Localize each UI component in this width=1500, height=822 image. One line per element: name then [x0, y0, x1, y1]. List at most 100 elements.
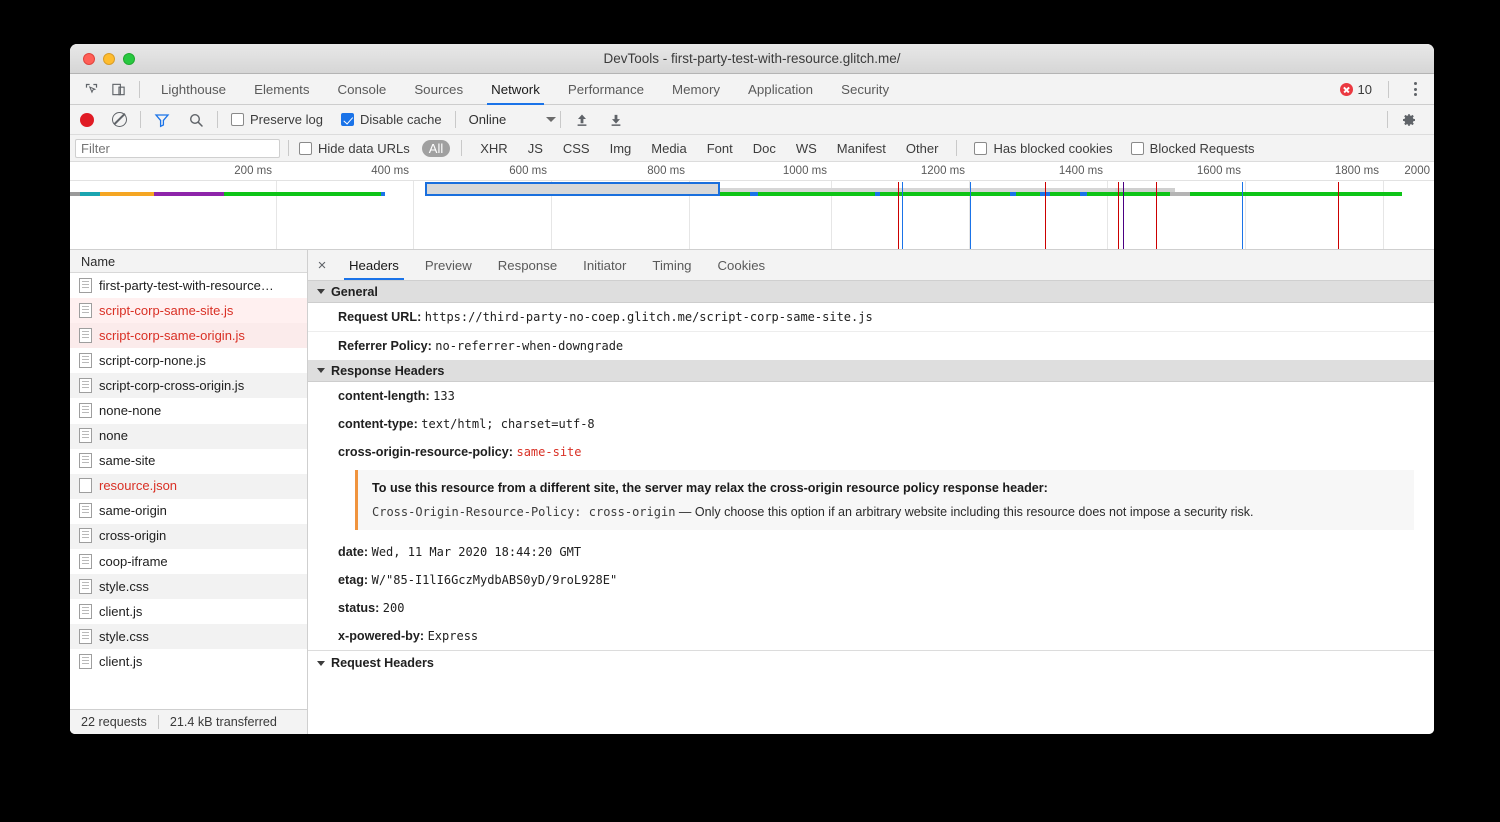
table-row[interactable]: script-corp-same-site.js [70, 298, 307, 323]
section-title: Response Headers [331, 364, 444, 378]
close-icon[interactable]: × [308, 250, 336, 280]
network-settings-button[interactable] [1392, 106, 1426, 134]
table-row[interactable]: none-none [70, 398, 307, 423]
search-button[interactable] [179, 106, 213, 134]
overview-band [1192, 192, 1402, 196]
type-filter-manifest[interactable]: Manifest [830, 140, 893, 157]
table-row[interactable]: none [70, 424, 307, 449]
callout-title: To use this resource from a different si… [372, 479, 1414, 497]
more-options-icon[interactable] [1404, 78, 1426, 100]
header-value: W/"85-I1lI6GczMydbABS0yD/9roL928E" [372, 573, 618, 587]
table-row[interactable]: client.js [70, 599, 307, 624]
tab-response[interactable]: Response [485, 250, 570, 280]
overview-band [154, 192, 224, 196]
table-row[interactable]: style.css [70, 624, 307, 649]
type-filter-doc[interactable]: Doc [746, 140, 783, 157]
section-header-request-headers[interactable]: Request Headers [308, 650, 1434, 675]
section-header-response-headers[interactable]: Response Headers [308, 360, 1434, 382]
overview-event-line [970, 182, 971, 249]
tab-headers[interactable]: Headers [336, 250, 412, 280]
throttle-dropdown[interactable]: Online [460, 112, 556, 127]
overview-event-line [1045, 182, 1046, 249]
type-filter-css[interactable]: CSS [556, 140, 597, 157]
type-filter-other[interactable]: Other [899, 140, 946, 157]
blocked-requests-label: Blocked Requests [1150, 141, 1255, 156]
type-filter-img[interactable]: Img [603, 140, 639, 157]
table-row[interactable]: client.js [70, 649, 307, 674]
devtools-main-tabs: Lighthouse Elements Console Sources Netw… [147, 74, 903, 105]
type-filter-ws[interactable]: WS [789, 140, 824, 157]
tab-elements[interactable]: Elements [240, 74, 323, 105]
hide-data-urls-checkbox[interactable]: Hide data URLs [297, 141, 419, 156]
filter-input[interactable] [75, 139, 280, 158]
disable-cache-checkbox[interactable]: Disable cache [332, 112, 451, 127]
request-name: client.js [99, 654, 142, 669]
clear-button[interactable] [103, 106, 136, 134]
import-har-button[interactable] [565, 106, 599, 134]
table-row[interactable]: script-corp-same-origin.js [70, 323, 307, 348]
header-key: etag: [338, 573, 368, 587]
blocked-requests-checkbox[interactable]: Blocked Requests [1122, 141, 1264, 156]
error-count-badge[interactable]: 10 [1340, 82, 1381, 97]
tab-security[interactable]: Security [827, 74, 903, 105]
checkbox-box [341, 113, 354, 126]
has-blocked-cookies-checkbox[interactable]: Has blocked cookies [965, 141, 1121, 156]
inspect-element-icon[interactable] [78, 76, 105, 102]
header-key: content-type: [338, 417, 418, 431]
table-row[interactable]: style.css [70, 574, 307, 599]
gear-icon [1401, 112, 1417, 128]
table-row[interactable]: resource.json [70, 474, 307, 499]
window-titlebar: DevTools - first-party-test-with-resourc… [70, 44, 1434, 74]
overview-band [100, 192, 154, 196]
device-toolbar-icon[interactable] [105, 76, 132, 102]
overview-selection-window[interactable] [425, 182, 720, 196]
type-filter-js[interactable]: JS [521, 140, 550, 157]
tab-application[interactable]: Application [734, 74, 827, 105]
tab-preview[interactable]: Preview [412, 250, 485, 280]
section-header-general[interactable]: General [308, 281, 1434, 303]
header-key: status: [338, 601, 379, 615]
tab-initiator[interactable]: Initiator [570, 250, 639, 280]
header-value: 133 [433, 389, 455, 403]
request-list-column-header[interactable]: Name [70, 250, 307, 273]
overview-tick: 1400 ms [1059, 162, 1107, 181]
header-value: Wed, 11 Mar 2020 18:44:20 GMT [372, 545, 582, 559]
tab-timing[interactable]: Timing [639, 250, 704, 280]
tab-console[interactable]: Console [324, 74, 401, 105]
type-filter-font[interactable]: Font [700, 140, 740, 157]
network-overview-timeline[interactable]: 200 ms 400 ms 600 ms 800 ms 1000 ms 1200… [70, 162, 1434, 250]
type-filter-xhr[interactable]: XHR [473, 140, 514, 157]
request-name: script-corp-same-origin.js [99, 328, 245, 343]
tab-memory[interactable]: Memory [658, 74, 734, 105]
request-name: script-corp-none.js [99, 353, 206, 368]
request-name: script-corp-same-site.js [99, 303, 233, 318]
table-row[interactable]: coop-iframe [70, 549, 307, 574]
tab-lighthouse[interactable]: Lighthouse [147, 74, 240, 105]
record-button[interactable] [80, 106, 103, 134]
table-row[interactable]: same-site [70, 449, 307, 474]
request-list[interactable]: first-party-test-with-resource… script-c… [70, 273, 307, 709]
type-filter-media[interactable]: Media [644, 140, 693, 157]
table-row[interactable]: script-corp-cross-origin.js [70, 373, 307, 398]
hide-data-urls-label: Hide data URLs [318, 141, 410, 156]
toolbar-divider [139, 81, 140, 98]
tab-cookies[interactable]: Cookies [705, 250, 779, 280]
header-row-content-type: content-type: text/html; charset=utf-8 [308, 410, 1434, 438]
table-row[interactable]: same-origin [70, 499, 307, 524]
export-har-button[interactable] [599, 106, 633, 134]
document-icon [79, 654, 92, 669]
document-icon [79, 353, 92, 368]
table-row[interactable]: cross-origin [70, 524, 307, 549]
type-filter-all[interactable]: All [422, 140, 450, 157]
tab-sources[interactable]: Sources [400, 74, 477, 105]
preserve-log-checkbox[interactable]: Preserve log [222, 112, 332, 127]
tab-performance[interactable]: Performance [554, 74, 658, 105]
tab-network[interactable]: Network [477, 74, 554, 105]
table-row[interactable]: first-party-test-with-resource… [70, 273, 307, 298]
table-row[interactable]: script-corp-none.js [70, 348, 307, 373]
header-key: date: [338, 545, 368, 559]
toolbar-divider [560, 111, 561, 128]
filter-toggle-button[interactable] [145, 106, 179, 134]
document-icon [79, 503, 92, 518]
request-name: script-corp-cross-origin.js [99, 378, 244, 393]
